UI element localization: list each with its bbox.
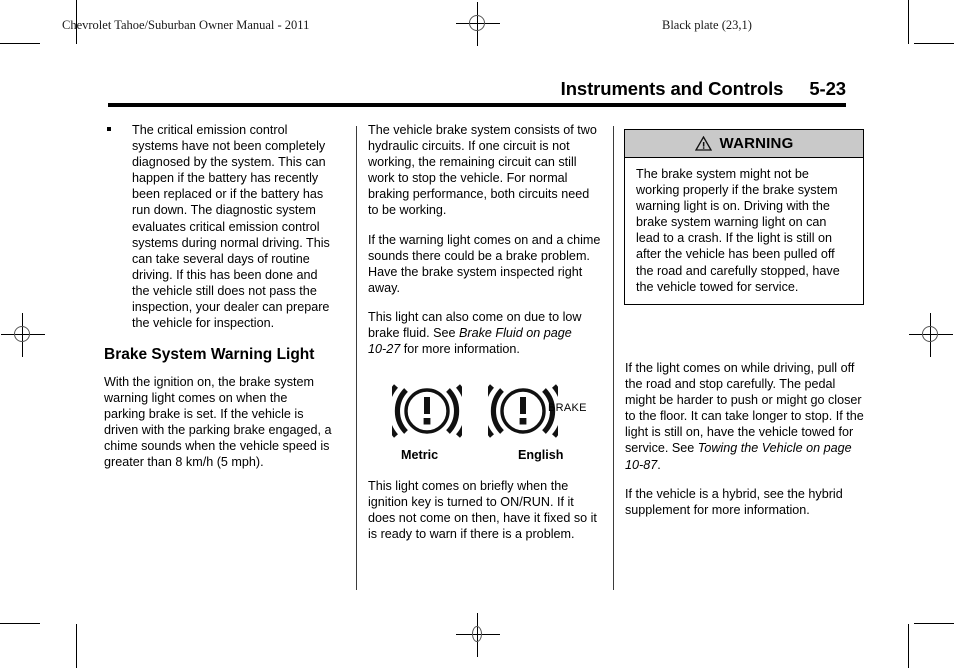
black-plate-marker: Black plate (23,1)	[662, 18, 752, 32]
brake-warning-symbol-english: BRAKE	[480, 380, 586, 447]
warning-label: WARNING	[719, 135, 794, 152]
column-divider-rule-2	[613, 126, 614, 590]
brake-symbol-row: BRAKE	[368, 380, 602, 442]
column-one: The critical emission control systems ha…	[104, 122, 332, 483]
crop-mark-top-right-vertical	[908, 0, 909, 44]
warning-callout-box: WARNING The brake system might not be wo…	[624, 129, 864, 305]
section-title-text: Instruments and Controls	[560, 78, 784, 99]
warning-triangle-icon	[694, 136, 712, 151]
column-divider-rule-1	[356, 126, 357, 590]
registration-mark-circle	[922, 326, 938, 342]
page-number-text: 5-23	[809, 78, 846, 99]
page-title: Instruments and Controls 5-23	[108, 78, 846, 100]
chime-warning-paragraph: If the warning light comes on and a chim…	[368, 232, 601, 295]
registration-mark-bottom-center	[456, 613, 500, 657]
brake-fluid-text-tail: for more information.	[400, 342, 520, 357]
ignition-key-paragraph: This light comes on briefly when the ign…	[368, 479, 597, 542]
brake-warning-symbol-figure: BRAKE Metric English This light comes on…	[368, 380, 602, 555]
crop-mark-bottom-left-horizontal	[0, 623, 40, 624]
manual-page: Chevrolet Tahoe/Suburban Owner Manual - …	[0, 0, 954, 668]
warning-callout-header: WARNING	[625, 130, 863, 158]
column-three: If the light comes on while driving, pul…	[625, 360, 865, 531]
hybrid-supplement-paragraph: If the vehicle is a hybrid, see the hybr…	[625, 486, 843, 517]
crop-mark-top-left-horizontal	[0, 43, 40, 44]
list-item: The critical emission control systems ha…	[104, 122, 332, 331]
brake-fluid-paragraph: This light can also come on due to low b…	[368, 309, 602, 357]
registration-mark-left	[1, 313, 45, 357]
brake-warning-intro-paragraph: With the ignition on, the brake system w…	[104, 374, 332, 470]
title-divider-rule	[108, 103, 846, 107]
registration-mark-top-center	[456, 2, 500, 46]
brake-system-warning-light-heading: Brake System Warning Light	[104, 346, 315, 364]
bullet-dot-icon	[107, 127, 111, 131]
brake-word-label: BRAKE	[548, 402, 587, 414]
crop-mark-bottom-right-horizontal	[914, 623, 954, 624]
registration-mark-circle	[469, 15, 485, 31]
brake-warning-symbol-metric	[384, 380, 470, 447]
towing-text-tail: .	[657, 457, 661, 472]
column-two: The vehicle brake system consists of two…	[368, 122, 602, 370]
registration-mark-circle	[14, 326, 30, 342]
hydraulic-circuits-paragraph: The vehicle brake system consists of two…	[368, 123, 597, 218]
caption-english: English	[518, 448, 564, 462]
crop-mark-bottom-left-vertical	[76, 624, 77, 668]
brake-symbol-captions: Metric English	[368, 448, 602, 466]
registration-mark-circle	[472, 626, 482, 642]
crop-mark-top-right-horizontal	[914, 43, 954, 44]
light-on-while-driving-paragraph: If the light comes on while driving, pul…	[625, 360, 865, 473]
caption-metric: Metric	[401, 448, 439, 462]
emission-bullet-list: The critical emission control systems ha…	[104, 122, 332, 331]
crop-mark-bottom-right-vertical	[908, 624, 909, 668]
registration-mark-right	[909, 313, 953, 357]
warning-callout-body: The brake system might not be working pr…	[636, 167, 840, 294]
manual-title-running-head: Chevrolet Tahoe/Suburban Owner Manual - …	[62, 18, 310, 32]
bullet-text: The critical emission control systems ha…	[132, 123, 330, 331]
